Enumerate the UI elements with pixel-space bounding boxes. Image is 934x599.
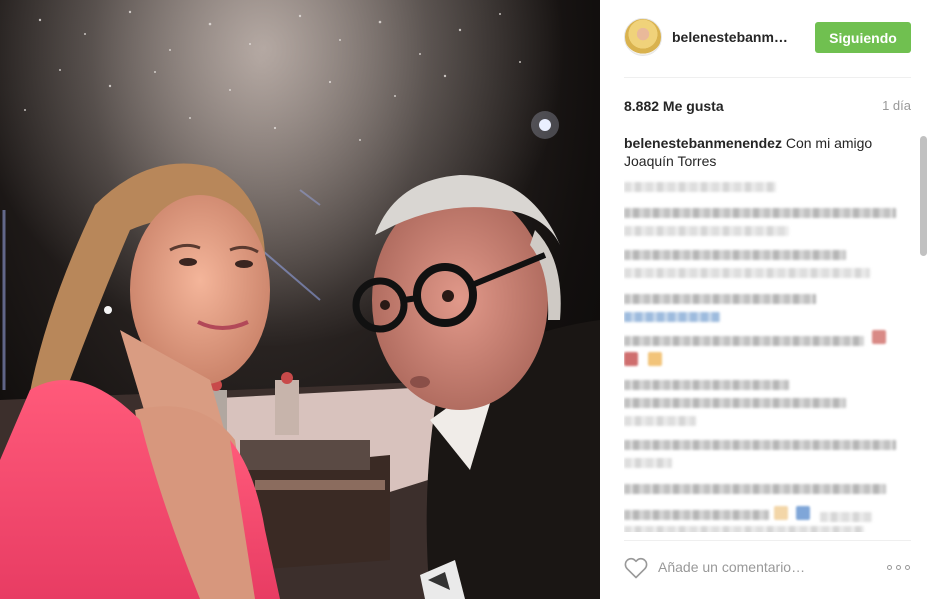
blurred-comment	[624, 484, 886, 494]
blurred-comment	[624, 458, 672, 468]
blurred-comment	[624, 268, 870, 278]
blurred-comment	[624, 416, 696, 426]
blurred-comment	[624, 226, 789, 236]
blurred-comment	[624, 526, 864, 532]
post-footer	[624, 540, 911, 590]
like-count[interactable]: 8.882 Me gusta	[624, 98, 724, 114]
post-header: belenestebanm… Siguiendo	[624, 16, 911, 78]
comments-list[interactable]: belenestebanmenendez Con mi amigo Joaquí…	[624, 134, 914, 532]
scrollbar-thumb[interactable]	[920, 136, 927, 256]
blurred-emoji	[624, 352, 638, 366]
post-caption: belenestebanmenendez Con mi amigo Joaquí…	[624, 134, 914, 170]
blurred-comment	[624, 250, 846, 260]
blurred-comment	[624, 336, 864, 346]
more-options-icon[interactable]	[887, 565, 911, 573]
comments-scrollbar[interactable]	[918, 134, 928, 532]
blurred-comment	[624, 380, 789, 390]
heart-outline-icon[interactable]	[624, 557, 648, 579]
blurred-comment	[624, 208, 896, 218]
blurred-comment	[624, 440, 896, 450]
blurred-comment	[624, 510, 769, 520]
caption-username[interactable]: belenestebanmenendez	[624, 135, 782, 151]
blurred-emoji	[774, 506, 788, 520]
blurred-comment	[624, 398, 846, 408]
blurred-link	[624, 312, 720, 322]
blurred-comment	[624, 294, 816, 304]
blurred-emoji	[796, 506, 810, 520]
blurred-comment	[820, 512, 872, 522]
blurred-emoji	[648, 352, 662, 366]
blurred-emoji	[872, 330, 886, 344]
following-button[interactable]: Siguiendo	[815, 22, 911, 53]
post-sidebar: belenestebanm… Siguiendo 8.882 Me gusta …	[600, 0, 934, 599]
avatar[interactable]	[624, 18, 662, 56]
post-photo[interactable]	[0, 0, 600, 599]
photo-image	[0, 0, 600, 599]
header-username[interactable]: belenestebanm…	[672, 29, 788, 45]
blurred-comment	[624, 182, 776, 192]
comment-input[interactable]	[658, 555, 868, 579]
post-timestamp[interactable]: 1 día	[882, 98, 911, 113]
